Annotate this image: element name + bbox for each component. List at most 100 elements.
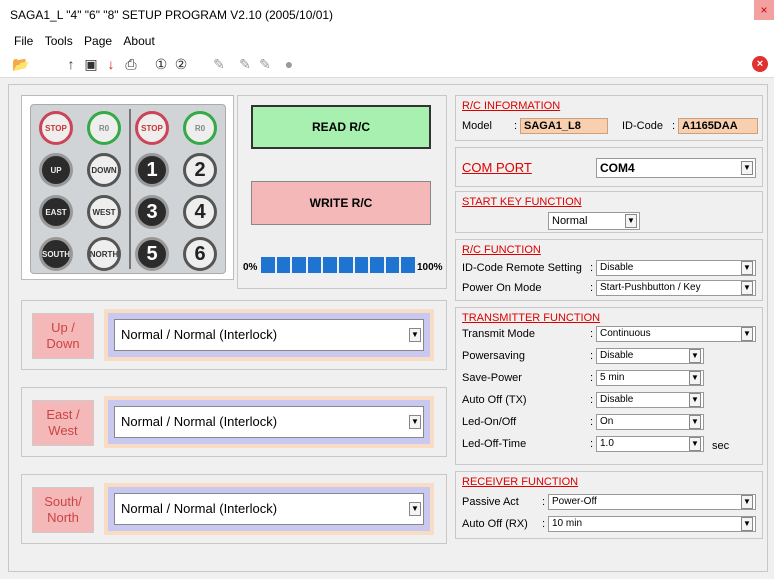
- direction-value-up-down: Normal / Normal (Interlock): [121, 327, 278, 342]
- keypad-button-south: SOUTH: [39, 237, 73, 271]
- colon: :: [542, 518, 546, 530]
- auto-off-rx-value: 10 min: [552, 518, 583, 529]
- transmitter-function-title: TRANSMITTER FUNCTION: [462, 312, 601, 324]
- powersaving-select[interactable]: Disable ▼: [596, 348, 704, 364]
- menu-page[interactable]: Page: [80, 30, 116, 52]
- pen-3-icon[interactable]: ✎: [256, 55, 274, 73]
- keypad-button-3: 3: [135, 195, 169, 229]
- pen-1-icon[interactable]: ✎: [210, 55, 228, 73]
- save-icon[interactable]: ▣: [82, 55, 100, 73]
- led-on-off-select[interactable]: On ▼: [596, 414, 704, 430]
- chevron-down-icon[interactable]: ▼: [409, 502, 421, 516]
- close-window-icon[interactable]: ×: [754, 0, 774, 20]
- led-on-off-label: Led-On/Off: [462, 416, 517, 428]
- direction-label-south-north: South/ North: [32, 487, 94, 533]
- progress-segment: [292, 257, 306, 273]
- chevron-down-icon[interactable]: ▼: [689, 349, 701, 363]
- colon: :: [590, 328, 594, 340]
- direction-select-south-north[interactable]: Normal / Normal (Interlock) ▼: [114, 493, 424, 525]
- stop-icon[interactable]: ×: [752, 56, 768, 72]
- direction-value-south-north: Normal / Normal (Interlock): [121, 501, 278, 516]
- passive-act-select[interactable]: Power-Off ▼: [548, 494, 756, 510]
- model-label: Model: [462, 120, 492, 132]
- write-rc-button[interactable]: WRITE R/C: [251, 181, 431, 225]
- open-folder-icon[interactable]: 📂: [12, 55, 30, 73]
- progress-min-label: 0%: [243, 262, 258, 273]
- powersaving-label: Powersaving: [462, 350, 525, 362]
- menu-bar: File Tools Page About: [0, 30, 774, 52]
- passive-act-label: Passive Act: [462, 496, 519, 508]
- keypad-button-up: UP: [39, 153, 73, 187]
- com-port-title: COM PORT: [462, 160, 532, 175]
- chevron-down-icon[interactable]: ▼: [741, 281, 753, 295]
- rc-function-title: R/C FUNCTION: [462, 244, 541, 256]
- colon: :: [590, 438, 594, 450]
- progress-segment: [261, 257, 275, 273]
- colon: :: [590, 262, 594, 274]
- save-power-label: Save-Power: [462, 372, 522, 384]
- keypad-button-2: 2: [183, 153, 217, 187]
- progress-segment: [385, 257, 400, 273]
- record-icon[interactable]: ●: [280, 55, 298, 73]
- chevron-down-icon[interactable]: ▼: [689, 437, 701, 451]
- auto-off-rx-select[interactable]: 10 min ▼: [548, 516, 756, 532]
- led-off-time-value: 1.0: [600, 438, 614, 449]
- direction-select-up-down[interactable]: Normal / Normal (Interlock) ▼: [114, 319, 424, 351]
- colon: :: [590, 282, 594, 294]
- upload-icon[interactable]: ↑: [62, 55, 80, 73]
- window-title: SAGA1_L "4" "6" "8" SETUP PROGRAM V2.10 …: [10, 8, 334, 22]
- keypad-button-north: NORTH: [87, 237, 121, 271]
- progress-segment: [370, 257, 384, 273]
- option-1-icon[interactable]: ①: [152, 55, 170, 73]
- option-2-icon[interactable]: ②: [172, 55, 190, 73]
- direction-label-east-west: East / West: [32, 400, 94, 446]
- keypad-button-down: DOWN: [87, 153, 121, 187]
- menu-about[interactable]: About: [119, 30, 158, 52]
- led-off-time-select[interactable]: 1.0 ▼: [596, 436, 704, 452]
- keypad-button-r0: R0: [183, 111, 217, 145]
- chevron-down-icon[interactable]: ▼: [689, 415, 701, 429]
- chevron-down-icon[interactable]: ▼: [689, 393, 701, 407]
- save-power-value: 5 min: [600, 372, 625, 383]
- chevron-down-icon[interactable]: ▼: [741, 161, 753, 175]
- colon: :: [514, 120, 518, 132]
- print-icon[interactable]: ⎙: [122, 55, 140, 73]
- progress-segment: [354, 257, 369, 273]
- save-power-select[interactable]: 5 min ▼: [596, 370, 704, 386]
- auto-off-tx-select[interactable]: Disable ▼: [596, 392, 704, 408]
- led-off-time-unit: sec: [712, 440, 730, 452]
- start-key-title: START KEY FUNCTION: [462, 196, 582, 208]
- transmit-mode-label: Transmit Mode: [462, 328, 535, 340]
- keypad-divider: [129, 109, 131, 269]
- com-port-select[interactable]: COM4 ▼: [596, 158, 756, 178]
- chevron-down-icon[interactable]: ▼: [409, 415, 421, 429]
- progress-bar: [261, 257, 415, 273]
- chevron-down-icon[interactable]: ▼: [741, 495, 753, 509]
- menu-tools[interactable]: Tools: [41, 30, 77, 52]
- start-key-panel: START KEY FUNCTION Normal ▼: [455, 191, 763, 233]
- pen-2-icon[interactable]: ✎: [236, 55, 254, 73]
- menu-file[interactable]: File: [10, 30, 37, 52]
- model-value: SAGA1_L8: [520, 118, 608, 134]
- power-on-mode-label: Power On Mode: [462, 282, 542, 294]
- read-rc-button[interactable]: READ R/C: [251, 105, 431, 149]
- direction-value-east-west: Normal / Normal (Interlock): [121, 414, 278, 429]
- download-icon[interactable]: ↓: [102, 55, 120, 73]
- chevron-down-icon[interactable]: ▼: [741, 517, 753, 531]
- rc-information-title: R/C INFORMATION: [462, 100, 561, 112]
- transmit-mode-value: Continuous: [600, 328, 651, 339]
- chevron-down-icon[interactable]: ▼: [741, 327, 753, 341]
- chevron-down-icon[interactable]: ▼: [689, 371, 701, 385]
- colon: :: [590, 394, 594, 406]
- colon: :: [590, 372, 594, 384]
- keypad-button-r0: R0: [87, 111, 121, 145]
- direction-select-east-west[interactable]: Normal / Normal (Interlock) ▼: [114, 406, 424, 438]
- chevron-down-icon[interactable]: ▼: [409, 328, 421, 342]
- progress-segment: [307, 257, 322, 273]
- chevron-down-icon[interactable]: ▼: [741, 261, 753, 275]
- power-on-mode-select[interactable]: Start-Pushbutton / Key ▼: [596, 280, 756, 296]
- start-key-select[interactable]: Normal ▼: [548, 212, 640, 230]
- chevron-down-icon[interactable]: ▼: [625, 214, 637, 228]
- id-code-remote-select[interactable]: Disable ▼: [596, 260, 756, 276]
- transmit-mode-select[interactable]: Continuous ▼: [596, 326, 756, 342]
